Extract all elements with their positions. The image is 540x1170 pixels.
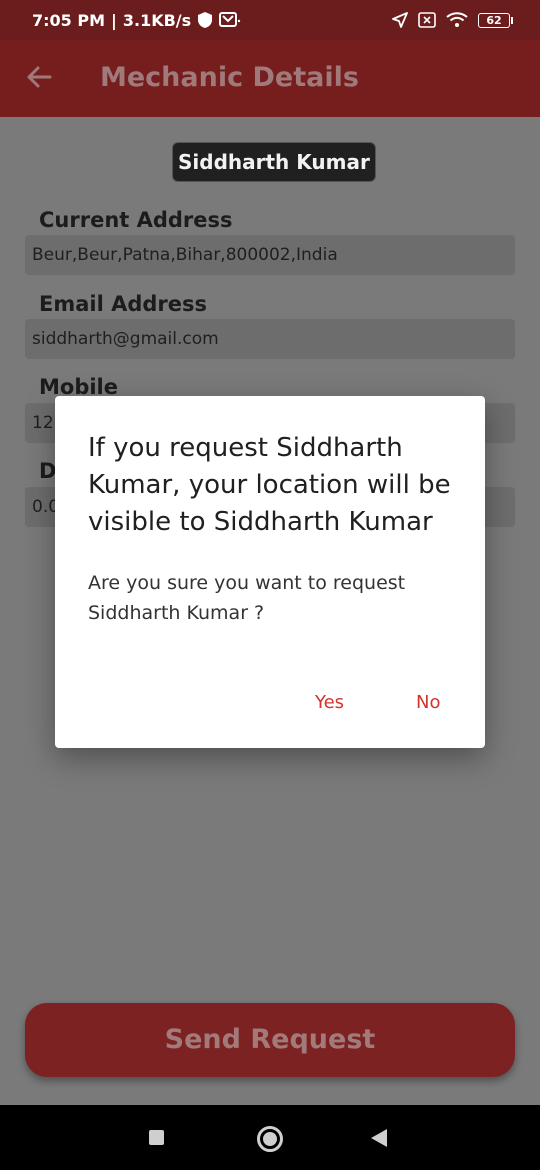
dialog-message: Are you sure you want to request Siddhar… xyxy=(88,572,406,624)
status-net-speed: 3.1KB/s xyxy=(122,10,192,30)
yes-button[interactable]: Yes xyxy=(315,692,344,713)
mechanic-name-chip: Siddharth Kumar xyxy=(172,142,376,182)
address-field: Beur,Beur,Patna,Bihar,800002,India xyxy=(25,235,515,275)
distance-label: D xyxy=(39,459,57,483)
status-left: 7:05 PM | 3.1KB/s xyxy=(32,11,241,30)
mail-icon xyxy=(219,12,241,28)
sim-off-icon xyxy=(418,12,436,28)
system-nav-bar xyxy=(0,1105,540,1170)
status-time: 7:05 PM xyxy=(32,10,106,30)
back-button[interactable] xyxy=(24,64,54,94)
address-label: Current Address xyxy=(39,208,233,232)
arrow-left-icon xyxy=(26,66,52,92)
no-button[interactable]: No xyxy=(416,692,440,713)
dialog-title: If you request Siddharth Kumar, your loc… xyxy=(88,433,451,537)
wifi-icon xyxy=(446,12,468,28)
location-arrow-icon xyxy=(392,12,408,28)
nav-back-icon[interactable] xyxy=(371,1129,387,1147)
status-bar: 7:05 PM | 3.1KB/s 62 xyxy=(0,0,540,40)
status-separator: | xyxy=(111,10,117,30)
battery-icon: 62 xyxy=(478,12,513,28)
confirm-dialog: If you request Siddharth Kumar, your loc… xyxy=(55,396,485,748)
send-request-button[interactable]: Send Request xyxy=(25,1003,515,1077)
email-label: Email Address xyxy=(39,292,208,316)
home-icon[interactable] xyxy=(257,1126,283,1152)
page-title: Mechanic Details xyxy=(100,62,359,93)
email-field: siddharth@gmail.com xyxy=(25,319,515,359)
shield-icon xyxy=(197,11,213,29)
recents-icon[interactable] xyxy=(149,1130,164,1145)
status-right: 62 xyxy=(392,12,513,28)
app-bar: Mechanic Details xyxy=(0,40,540,117)
